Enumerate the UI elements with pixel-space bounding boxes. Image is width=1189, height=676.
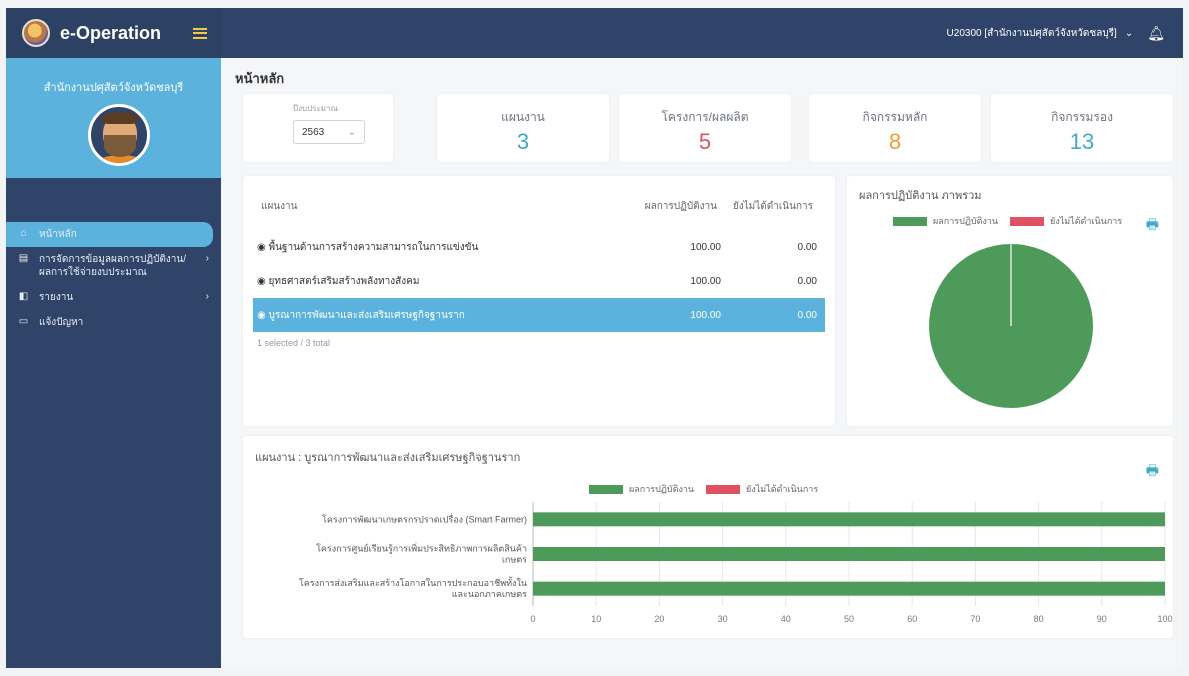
user-name: U20300 [สำนักงานปศุสัตว์จังหวัดชลบุรี]: [946, 27, 1117, 39]
col-header-result[interactable]: ผลการปฏิบัติงาน: [621, 199, 731, 214]
x-tick-label: 100: [1157, 614, 1172, 624]
plan-bar-card: แผนงาน : บูรณาการพัฒนาและส่งเสริมเศรษฐกิ…: [243, 436, 1173, 638]
pie-chart: [929, 244, 1093, 408]
y-category-label: เกษตร: [502, 555, 527, 565]
cell-result: 100.00: [690, 275, 721, 287]
year-card: ปีงบประมาณ 2563 ⌄: [243, 94, 393, 162]
y-category-label: โครงการส่งเสริมและสร้างโอกาสในการประกอบอ…: [299, 576, 527, 588]
sidebar-item-data-management[interactable]: ▤ การจัดการข้อมูลผลการปฏิบัติงาน/ผลการใช…: [6, 247, 221, 285]
sidebar-item-label: หน้าหลัก: [39, 229, 77, 240]
stat-label: กิจกรรมหลัก: [862, 110, 928, 124]
year-label: ปีงบประมาณ: [293, 104, 338, 113]
sidebar-item-label: การจัดการข้อมูลผลการปฏิบัติงาน/ผลการใช้จ…: [39, 254, 187, 278]
chevron-right-icon: ›: [205, 253, 209, 264]
cell-plan: ◉ ยุทธศาสตร์เสริมสร้างพลังทางสังคม: [257, 275, 420, 287]
x-tick-label: 60: [907, 614, 917, 624]
sidebar-item-report-issue[interactable]: ▭ แจ้งปัญหา: [6, 310, 221, 335]
report-icon: ◧: [18, 291, 29, 302]
sidebar-item-home[interactable]: ⌂ หน้าหลัก: [6, 222, 213, 247]
x-tick-label: 80: [1034, 614, 1044, 624]
bar-done[interactable]: [533, 581, 1165, 596]
stat-value: 13: [1069, 129, 1095, 154]
sidebar-item-label: แจ้งปัญหา: [39, 317, 84, 328]
app-logo: [22, 19, 50, 47]
bar-done[interactable]: [533, 547, 1165, 561]
chat-icon: ▭: [18, 316, 29, 327]
x-tick-label: 20: [654, 614, 664, 624]
year-value: 2563: [302, 126, 325, 138]
sidebar-nav: ⌂ หน้าหลัก ▤ การจัดการข้อมูลผลการปฏิบัติ…: [6, 222, 221, 335]
y-category-label: โครงการศูนย์เรียนรู้การเพิ่มประสิทธิภาพก…: [316, 542, 527, 555]
bar-chart: 0 10 20 30 40 50 60 70 80 90 100 โครงการพัฒนาเกษตรก…: [299, 502, 1173, 624]
user-menu[interactable]: U20300 [สำนักงานปศุสัตว์จังหวัดชลบุรี] ⌄: [947, 26, 1134, 41]
col-header-pending[interactable]: ยังไม่ได้ดำเนินการ: [731, 199, 821, 214]
table-row[interactable]: ◉ พื้นฐานด้านการสร้างความสามารถในการแข่ง…: [253, 230, 825, 264]
chevron-right-icon: ›: [205, 291, 209, 302]
stat-value: 5: [698, 129, 712, 154]
x-tick-label: 10: [591, 614, 601, 624]
cell-result: 100.00: [690, 241, 721, 253]
y-category-label: และนอกภาคเกษตร: [452, 589, 527, 599]
x-tick-label: 90: [1097, 614, 1107, 624]
stat-value: 3: [516, 129, 530, 154]
cell-plan: ◉ บูรณาการพัฒนาและส่งเสริมเศรษฐกิจฐานราก: [257, 309, 465, 321]
database-icon: ▤: [18, 253, 29, 264]
plans-table: แผนงาน ผลการปฏิบัติงาน ยังไม่ได้ดำเนินกา…: [243, 176, 835, 426]
stat-label: กิจกรรมรอง: [1051, 110, 1113, 124]
cell-pending: 0.00: [797, 275, 817, 287]
bar-done[interactable]: [533, 512, 1165, 527]
stat-plans: แผนงาน 3: [437, 94, 609, 162]
stat-sub-activities: กิจกรรมรอง 13: [991, 94, 1173, 162]
sidebar-item-label: รายงาน: [39, 292, 74, 303]
avatar[interactable]: [88, 104, 150, 166]
table-row-selected[interactable]: ◉ บูรณาการพัฒนาและส่งเสริมเศรษฐกิจฐานราก…: [253, 298, 825, 332]
x-tick-label: 70: [970, 614, 980, 624]
x-tick-label: 0: [530, 614, 535, 624]
cell-plan: ◉ พื้นฐานด้านการสร้างความสามารถในการแข่ง…: [257, 241, 479, 253]
profile-panel: สำนักงานปศุสัตว์จังหวัดชลบุรี: [6, 58, 221, 178]
cell-pending: 0.00: [797, 309, 817, 321]
stat-value: 8: [888, 129, 902, 154]
cell-result: 100.00: [690, 309, 721, 321]
brand-bar: e-Operation: [6, 8, 221, 58]
bell-icon[interactable]: 🔔︎: [1147, 25, 1165, 42]
sidebar-item-reports[interactable]: ◧ รายงาน ›: [6, 285, 221, 310]
topbar: U20300 [สำนักงานปศุสัตว์จังหวัดชลบุรี] ⌄…: [221, 8, 1183, 58]
table-row[interactable]: ◉ ยุทธศาสตร์เสริมสร้างพลังทางสังคม 100.0…: [253, 264, 825, 298]
x-tick-label: 40: [781, 614, 791, 624]
x-tick-label: 30: [718, 614, 728, 624]
y-category-label: โครงการพัฒนาเกษตรกรปราดเปรื่อง (Smart Fa…: [322, 512, 527, 524]
cell-pending: 0.00: [797, 241, 817, 253]
table-header: แผนงาน ผลการปฏิบัติงาน ยังไม่ได้ดำเนินกา…: [257, 194, 821, 218]
org-name: สำนักงานปศุสัตว์จังหวัดชลบุรี: [43, 82, 184, 94]
app-name: e-Operation: [60, 22, 162, 43]
stat-projects: โครงการ/ผลผลิต 5: [619, 94, 791, 162]
stat-label: แผนงาน: [501, 110, 545, 124]
sidebar: e-Operation สำนักงานปศุสัตว์จังหวัดชลบุร…: [6, 8, 221, 668]
menu-toggle-icon[interactable]: [193, 27, 207, 39]
table-footer: 1 selected / 3 total: [257, 338, 331, 348]
main-content: หน้าหลัก ปีงบประมาณ 2563 ⌄ แผนงาน 3 โครง…: [221, 58, 1183, 668]
stat-label: โครงการ/ผลผลิต: [661, 110, 749, 124]
stat-main-activities: กิจกรรมหลัก 8: [809, 94, 981, 162]
home-icon: ⌂: [20, 228, 27, 239]
chevron-down-icon: ⌄: [1124, 27, 1134, 39]
year-select[interactable]: 2563 ⌄: [293, 120, 365, 144]
page-title: หน้าหลัก: [235, 71, 285, 86]
overall-pie-card: ผลการปฏิบัติงาน ภาพรวม 🖶︎ ผลการปฏิบัติงา…: [847, 176, 1173, 426]
chevron-down-icon: ⌄: [347, 126, 356, 138]
col-header-plan[interactable]: แผนงาน: [257, 199, 621, 214]
x-tick-label: 50: [844, 614, 854, 624]
